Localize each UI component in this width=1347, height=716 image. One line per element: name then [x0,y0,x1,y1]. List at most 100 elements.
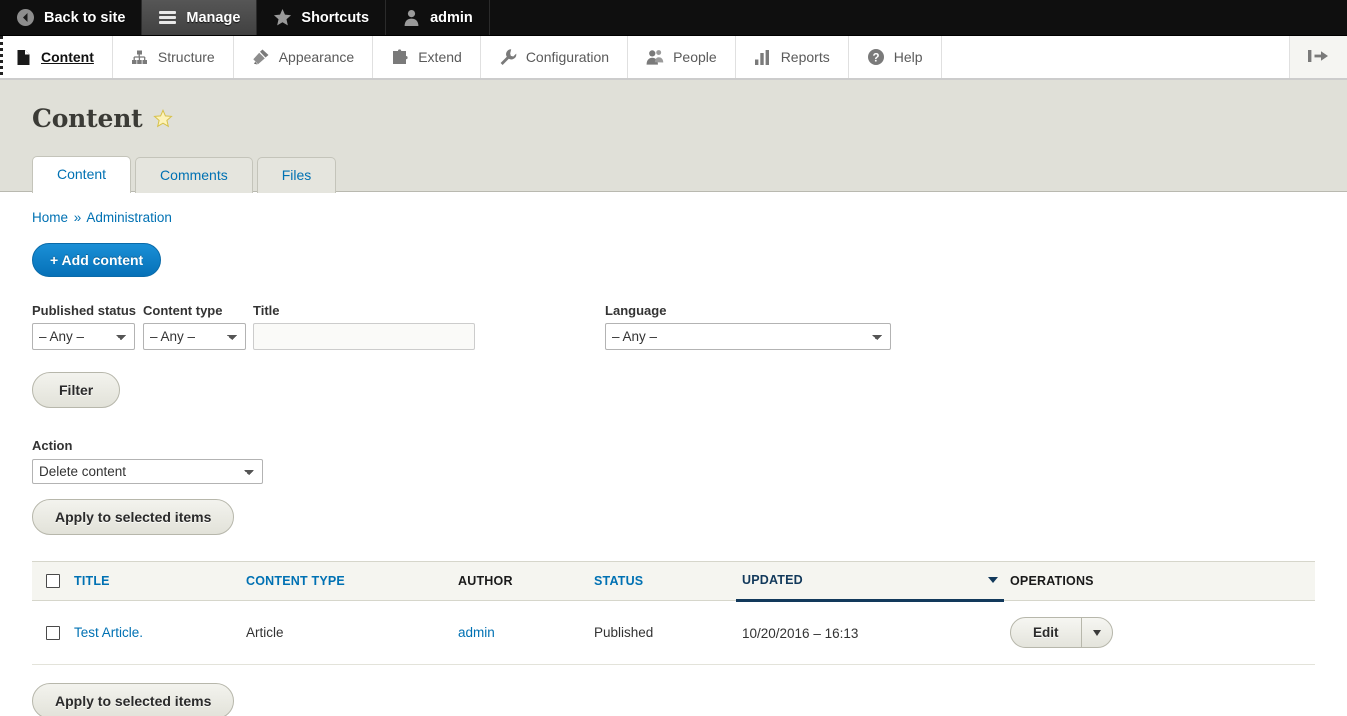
row-status-cell: Published [588,600,736,665]
row-author-link[interactable]: admin [458,625,495,640]
star-outline-icon[interactable] [152,108,173,129]
tab-label: Content [57,166,107,182]
toolbar-tab-label: Manage [186,9,241,26]
wrench-icon [499,48,517,66]
user-icon [402,8,421,27]
tab-label: Files [281,167,312,183]
filter-group-published-status: Published status – Any – [32,303,136,350]
filter-row: Published status – Any – Content type – … [32,303,1315,350]
page-tabs: Content Comments Files [32,155,1315,193]
column-header-label: UPDATED [742,573,803,587]
menu-item-extend[interactable]: Extend [373,36,481,78]
content-filter-form: Published status – Any – Content type – … [32,303,1315,408]
toolbar-tab-label: Back to site [44,9,126,26]
language-select[interactable]: – Any – [605,323,892,350]
column-header-label: STATUS [594,573,644,588]
row-title-cell: Test Article. [68,600,240,665]
filter-button[interactable]: Filter [32,372,121,408]
menu-item-label: Structure [157,49,215,65]
main-content: Home » Administration + Add content Publ… [0,192,1347,716]
action-label: Action [32,438,73,453]
menu-item-reports[interactable]: Reports [736,36,849,78]
row-edit-split-button[interactable]: Edit [1010,617,1113,648]
breadcrumb-link-home[interactable]: Home [32,210,68,225]
select-all-checkbox[interactable] [46,573,60,588]
breadcrumb-link-administration[interactable]: Administration [86,210,172,225]
filter-group-title: Title [253,303,476,350]
menu-item-appearance[interactable]: Appearance [234,36,374,78]
menu-item-label: Content [41,49,94,65]
column-header-content-type[interactable]: CONTENT TYPE [240,561,452,601]
paintbrush-icon [252,48,270,66]
toolbar-tab-back-to-site[interactable]: Back to site [0,0,143,35]
sitemap-icon [131,48,149,66]
row-operations-dropdown-toggle[interactable] [1080,618,1112,647]
chevron-down-icon [1092,629,1101,636]
bulk-action-select[interactable]: Delete content [32,459,263,484]
column-header-updated[interactable]: UPDATED [736,561,1004,602]
menu-item-people[interactable]: People [628,36,736,78]
row-operations-cell: Edit [1004,600,1315,665]
column-header-author: AUTHOR [452,561,588,601]
content-table-body: Test Article. Article admin Published 10… [32,600,1315,665]
menu-item-content[interactable]: Content [0,36,113,78]
filter-group-language: Language – Any – [605,303,892,350]
column-header-label: OPERATIONS [1010,573,1094,588]
row-checkbox[interactable] [46,626,60,641]
bar-chart-icon [754,48,772,66]
toolbar-orientation-icon [1306,48,1332,67]
page-title: Content [32,104,143,133]
sort-descending-arrow-icon [988,577,998,583]
menu-item-label: People [673,49,717,65]
title-filter-input[interactable] [253,323,476,350]
apply-to-selected-items-button-bottom[interactable]: Apply to selected items [32,683,235,716]
column-header-status[interactable]: STATUS [588,561,736,601]
table-row: Test Article. Article admin Published 10… [32,600,1315,665]
toolbar-orientation-toggle[interactable] [1290,36,1347,78]
breadcrumb: Home » Administration [32,210,1315,225]
toolbar-tab-user-account[interactable]: admin [386,0,490,35]
row-title-link[interactable]: Test Article. [74,625,143,640]
menu-item-configuration[interactable]: Configuration [481,36,629,78]
published-status-select[interactable]: – Any – [32,323,135,350]
column-header-label: CONTENT TYPE [246,573,345,588]
row-edit-button-label: Edit [1033,625,1059,640]
row-select-cell [32,600,68,665]
tab-label: Comments [160,167,228,183]
tab-comments[interactable]: Comments [135,157,253,193]
menu-item-structure[interactable]: Structure [113,36,234,78]
document-icon [14,48,32,66]
language-label: Language [605,303,667,318]
toolbar-tab-label: admin [430,9,473,26]
toolbar-tab-shortcuts[interactable]: Shortcuts [257,0,387,35]
tab-content[interactable]: Content [32,156,132,193]
bulk-action-form: Action Delete content Apply to selected … [32,438,1315,535]
filter-group-content-type: Content type – Any – [143,303,247,350]
breadcrumb-separator: » [73,210,82,225]
menu-item-label: Configuration [525,49,610,65]
column-header-title[interactable]: TITLE [68,561,240,601]
published-status-label: Published status [32,303,137,318]
back-arrow-icon [16,8,35,27]
apply-to-selected-items-button-top[interactable]: Apply to selected items [32,499,235,535]
people-icon [646,48,664,66]
admin-menu-bar: Content Structure Appearance Extend Conf… [0,36,1347,80]
title-filter-label: Title [253,303,280,318]
menu-item-label: Help [893,49,923,65]
toolbar-tab-manage[interactable]: Manage [142,0,258,35]
column-header-label: TITLE [74,573,110,588]
toolbar-tab-label: Shortcuts [301,9,370,26]
svg-text:?: ? [872,52,879,64]
menu-item-help[interactable]: ? Help [849,36,942,78]
column-header-label: AUTHOR [458,573,513,588]
add-content-button[interactable]: + Add content [32,243,162,277]
column-header-operations: OPERATIONS [1004,561,1315,601]
row-updated-cell: 10/20/2016 – 16:13 [736,600,1004,665]
admin-menu-filler [942,36,1290,78]
page-title-row: Content [32,104,1315,133]
content-table: TITLE CONTENT TYPE AUTHOR STATUS UPDATED [32,561,1315,665]
tab-files[interactable]: Files [256,157,337,193]
menu-item-label: Appearance [278,49,355,65]
star-icon [273,8,292,27]
content-type-select[interactable]: – Any – [143,323,247,350]
